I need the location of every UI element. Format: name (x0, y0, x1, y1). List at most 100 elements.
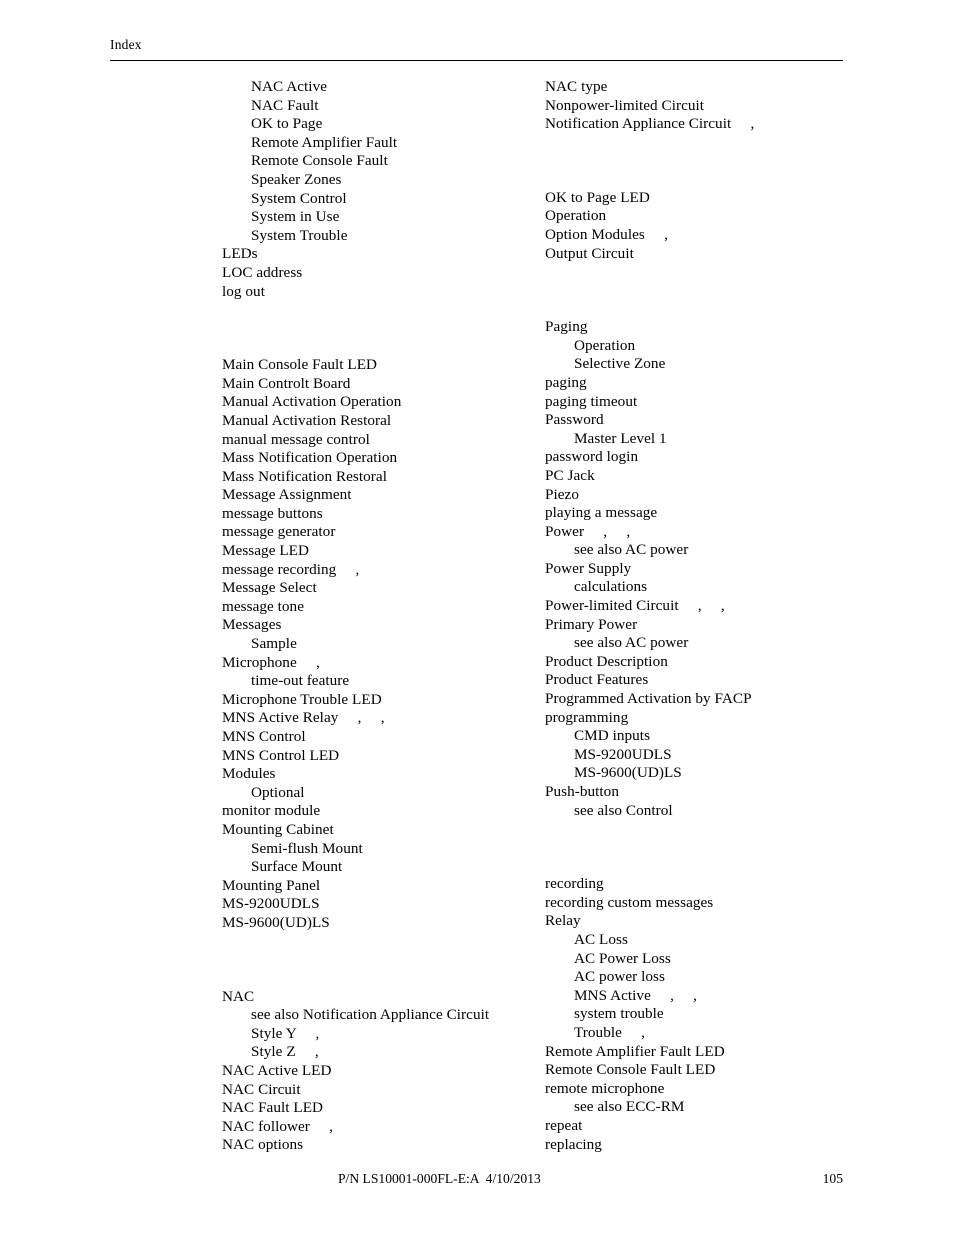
index-subentry: MNS Active , , (574, 986, 698, 1004)
index-subentry: Sample (251, 635, 297, 653)
index-subentry: System Control (251, 189, 347, 207)
index-entry: NAC options (222, 1136, 304, 1154)
index-subentry: MS-9200UDLS (574, 745, 672, 763)
index-entry: Manual Activation Operation (222, 393, 402, 411)
index-subentry: Style Z , (251, 1043, 319, 1061)
index-subentry: Speaker Zones (251, 170, 342, 188)
index-subentry: Remote Amplifier Fault (251, 133, 398, 151)
index-subentry: see also AC power (574, 634, 689, 652)
index-subentry: see also AC power (574, 541, 689, 559)
index-subentry: Semi-flush Mount (251, 839, 363, 857)
index-entry: playing a message (545, 504, 658, 522)
section-letter-gap (545, 134, 875, 189)
index-subentry: Trouble , (574, 1023, 645, 1041)
index-entry: monitor module (222, 802, 321, 820)
footer-part-number: P/N LS10001-000FL-E:A 4/10/2013 (338, 1171, 541, 1186)
index-subentry: System Trouble (251, 226, 348, 244)
running-head: Index (110, 36, 843, 53)
index-entry: message generator (222, 523, 336, 541)
index-subentry: time-out feature (251, 672, 350, 690)
index-subentry: see also Notification Appliance Circuit (251, 1006, 490, 1024)
index-entry: recording custom messages (545, 893, 714, 911)
index-entry: Microphone Trouble LED (222, 690, 382, 708)
index-entry: Message LED (222, 542, 310, 560)
index-entry: message buttons (222, 504, 323, 522)
index-entry: Nonpower-limited Circuit (545, 96, 705, 114)
section-letter-gap (222, 933, 552, 988)
page-footer: P/N LS10001-000FL-E:A 4/10/2013 105 (110, 1170, 843, 1190)
index-entry: password login (545, 448, 639, 466)
index-entry: Mass Notification Restoral (222, 467, 387, 485)
index-subentry: see also Control (574, 801, 673, 819)
running-head-label: Index (110, 37, 142, 52)
index-subentry: Master Level 1 (574, 429, 667, 447)
section-letter-gap (222, 301, 552, 356)
index-subentry: system trouble (574, 1005, 664, 1023)
index-entry: PC Jack (545, 466, 595, 484)
index-subentry: OK to Page (251, 115, 323, 133)
index-entry: Relay (545, 912, 581, 930)
index-entry: recording (545, 875, 604, 893)
index-entry: Option Modules , (545, 225, 668, 243)
index-entry: MS-9600(UD)LS (222, 913, 330, 931)
index-subentry: see also ECC-RM (574, 1098, 685, 1116)
index-entry: Primary Power (545, 615, 638, 633)
index-entry: NAC Fault LED (222, 1099, 324, 1117)
index-entry: NAC (222, 987, 255, 1005)
index-entry: Message Assignment (222, 486, 352, 504)
index-entry: message recording , (222, 560, 360, 578)
index-entry: Notification Appliance Circuit , (545, 115, 755, 133)
index-subentry: AC power loss (574, 968, 665, 986)
index-subentry: Surface Mount (251, 858, 343, 876)
index-entry: Main Console Fault LED (222, 356, 378, 374)
index-entry: MNS Control (222, 728, 306, 745)
index-entry: NAC follower , (222, 1117, 333, 1135)
index-subentry: NAC Fault (251, 96, 319, 114)
index-subentry: Style Y , (251, 1024, 320, 1042)
index-entry: Output Circuit (545, 244, 634, 262)
index-subentry: Operation (574, 336, 636, 354)
index-entry: Product Description (545, 652, 668, 670)
index-entry: Operation (545, 207, 607, 225)
section-letter-gap (545, 820, 875, 875)
index-entry: repeat (545, 1116, 583, 1134)
index-entry: log out (222, 282, 265, 300)
index-entry: Piezo (545, 485, 579, 503)
index-entry: Programmed Activation by FACP (545, 690, 752, 708)
index-entry: Power , , (545, 522, 631, 540)
index-subentry: AC Power Loss (574, 949, 671, 967)
index-entry: Power Supply (545, 559, 632, 577)
index-entry: Messages (222, 616, 282, 634)
index-entry: Mounting Cabinet (222, 820, 334, 838)
footer-page-number: 105 (822, 1171, 843, 1186)
index-subentry: NAC Active (251, 78, 328, 95)
index-entry: message tone (222, 597, 304, 615)
index-entry: NAC type (545, 78, 608, 95)
index-entry: Modules (222, 765, 276, 783)
index-entry: NAC Active LED (222, 1061, 332, 1079)
index-entry: MNS Control LED (222, 746, 340, 764)
index-entry: paging timeout (545, 392, 638, 410)
index-entry: Password (545, 411, 604, 429)
index-subentry: AC Loss (574, 930, 628, 948)
index-column-right: NAC type Nonpower-limited Circuit Notifica… (545, 78, 875, 1154)
index-entry: Main Controlt Board (222, 374, 351, 392)
index-entry: Remote Console Fault LED (545, 1061, 716, 1079)
index-entry: NAC Circuit (222, 1080, 301, 1098)
index-entry: LEDs (222, 245, 258, 263)
index-entry: MS-9200UDLS (222, 895, 320, 913)
index-entry: replacing (545, 1135, 602, 1153)
index-column-left: NAC Active NAC Fault OK to Page Remote Ampl… (222, 78, 552, 1155)
index-entry: Product Features (545, 671, 649, 689)
index-entry: Mounting Panel (222, 876, 321, 894)
index-subentry: calculations (574, 578, 648, 596)
index-entry: Microphone , (222, 653, 320, 671)
index-entry: Remote Amplifier Fault LED (545, 1042, 725, 1060)
index-entry: Mass Notification Operation (222, 449, 398, 467)
index-page: Index NAC Active NAC Fault OK to Page Remot… (0, 0, 954, 1235)
section-letter-gap (545, 263, 875, 318)
index-entry: OK to Page LED (545, 188, 650, 206)
index-subentry: Selective Zone (574, 355, 666, 373)
header-rule (110, 60, 843, 61)
index-entry: Message Select (222, 579, 317, 597)
